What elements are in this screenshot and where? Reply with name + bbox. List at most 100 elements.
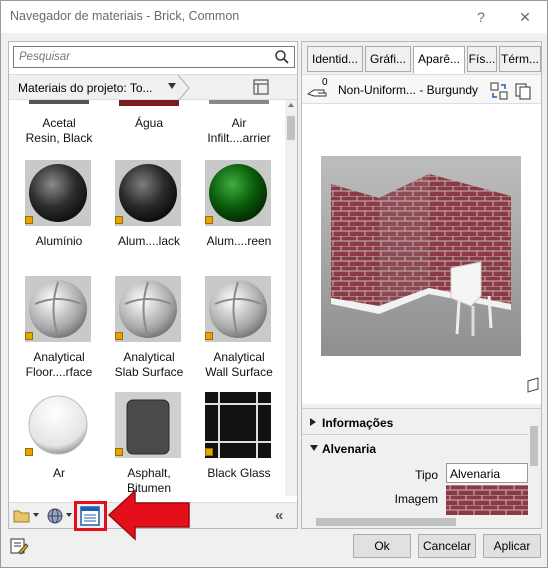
material-label: Acetal (42, 116, 76, 130)
material-label: Air (231, 116, 247, 130)
scroll-up-icon[interactable] (288, 103, 294, 107)
tab-graphics[interactable]: Gráfi... (365, 46, 411, 72)
material-thumbnail (205, 160, 271, 226)
image-label: Imagem (394, 492, 438, 506)
material-tile[interactable]: Alum....reen (195, 160, 283, 260)
material-browser-dialog: Navegador de materiais - Brick, Common ?… (0, 0, 548, 568)
edit-icon[interactable] (9, 536, 29, 556)
help-button[interactable]: ? (471, 7, 491, 27)
window-title: Navegador de materiais - Brick, Common (10, 9, 240, 23)
material-label: Wall Surface (205, 365, 273, 379)
material-label: Floor....rface (25, 365, 93, 379)
texture-image-swatch[interactable] (446, 485, 528, 515)
chevron-right-icon[interactable] (310, 418, 316, 426)
scrollbar-thumb[interactable] (287, 116, 295, 140)
section-info-label: Informações (322, 416, 394, 430)
material-label: Alum....reen (206, 234, 272, 248)
cancel-button[interactable]: Cancelar (418, 534, 476, 558)
material-thumbnail (25, 392, 91, 458)
material-tile[interactable]: Acetal Resin, Black (15, 100, 103, 148)
warning-icon (115, 448, 123, 456)
warning-icon (205, 332, 213, 340)
tab-physical[interactable]: Fís... (467, 46, 497, 72)
material-thumbnail (115, 160, 181, 226)
material-label: Analytical (33, 350, 85, 364)
warning-icon (25, 332, 33, 340)
material-grid: Acetal Resin, Black Água Air Infilt....a… (9, 100, 285, 496)
type-label: Tipo (415, 468, 438, 482)
appearance-preview-area (302, 104, 541, 404)
type-dropdown[interactable]: Alvenaria (446, 463, 528, 483)
preview-scene-icon[interactable] (526, 377, 540, 393)
material-label: Slab Surface (114, 365, 184, 379)
tab-identity[interactable]: Identid... (307, 46, 363, 72)
annotation-highlight-box (74, 501, 107, 531)
folder-icon[interactable] (13, 508, 31, 524)
material-grid-scrollbar[interactable] (285, 100, 297, 496)
tab-thermal[interactable]: Térm... (499, 46, 541, 72)
properties-scrollbar[interactable] (528, 422, 540, 516)
material-thumbnail (119, 100, 179, 106)
material-tile[interactable]: Asphalt, Bitumen (105, 392, 193, 496)
tab-appearance[interactable]: Aparê... (413, 46, 465, 74)
asset-name: Non-Uniform... - Burgundy (338, 83, 479, 97)
search-input[interactable]: Pesquisar (19, 51, 70, 63)
breadcrumb-chevron-icon (177, 75, 190, 101)
material-tile[interactable]: Analytical Floor....rface (15, 276, 103, 386)
chevron-down-icon[interactable] (310, 445, 318, 451)
material-tile[interactable]: Analytical Wall Surface (195, 276, 283, 386)
material-thumbnail (115, 276, 181, 342)
view-toggle-icon[interactable] (253, 79, 269, 95)
material-tile[interactable]: Alum....lack (105, 160, 193, 260)
material-thumbnail (205, 392, 271, 458)
material-label: Infilt....arrier (207, 131, 271, 145)
search-field[interactable]: Pesquisar (13, 46, 295, 68)
asset-user-count: 0 (322, 77, 328, 88)
material-tile[interactable]: Air Infilt....arrier (195, 100, 283, 148)
ok-button[interactable]: Ok (353, 534, 411, 558)
red-arrow-icon (107, 489, 190, 541)
search-icon[interactable] (273, 48, 291, 66)
title-bar: Navegador de materiais - Brick, Common ?… (1, 1, 547, 33)
warning-icon (115, 216, 123, 224)
appearance-properties: Informações Alvenaria Tipo Alvenaria Ima… (302, 408, 541, 528)
material-label: Ar (53, 466, 65, 480)
material-label: Black Glass (207, 466, 271, 480)
globe-icon[interactable] (46, 507, 64, 525)
material-tile[interactable]: Black Glass (195, 392, 283, 496)
material-thumbnail (25, 276, 91, 342)
material-label: Resin, Black (25, 131, 93, 145)
scrollbar-thumb[interactable] (530, 426, 538, 466)
close-button[interactable]: ✕ (515, 7, 535, 27)
breadcrumb-library[interactable]: Materiais do projeto: To... (18, 81, 153, 95)
scrollbar-thumb[interactable] (316, 518, 456, 526)
material-tile[interactable]: Alumínio (15, 160, 103, 260)
chevron-down-icon[interactable] (66, 513, 72, 517)
material-label: Analytical (123, 350, 175, 364)
material-tile[interactable]: Água (105, 100, 193, 148)
chevron-down-icon[interactable] (33, 513, 39, 517)
collapse-icon[interactable]: « (275, 507, 283, 524)
material-thumbnail (29, 100, 89, 104)
material-label: Alumínio (35, 234, 83, 248)
duplicate-asset-icon[interactable] (514, 82, 532, 100)
material-thumbnail (25, 160, 91, 226)
replace-asset-icon[interactable] (490, 82, 508, 100)
material-label: Analytical (213, 350, 265, 364)
warning-icon (205, 448, 213, 456)
material-label: Alum....lack (117, 234, 180, 248)
chevron-down-icon[interactable] (168, 83, 176, 89)
asset-header: 0 Non-Uniform... - Burgundy (302, 74, 541, 104)
material-label: Água (134, 116, 164, 130)
properties-hscrollbar[interactable] (302, 516, 528, 528)
material-thumbnail (209, 100, 269, 104)
material-tile[interactable]: Ar (15, 392, 103, 496)
material-browser-panel: Pesquisar Materiais do projeto: To... Ac… (8, 41, 298, 529)
section-masonry-label: Alvenaria (322, 442, 377, 456)
apply-button[interactable]: Aplicar (483, 534, 541, 558)
warning-icon (25, 448, 33, 456)
warning-icon (205, 216, 213, 224)
material-tile[interactable]: Analytical Slab Surface (105, 276, 193, 386)
material-thumbnail (115, 392, 181, 458)
material-thumbnail (205, 276, 271, 342)
